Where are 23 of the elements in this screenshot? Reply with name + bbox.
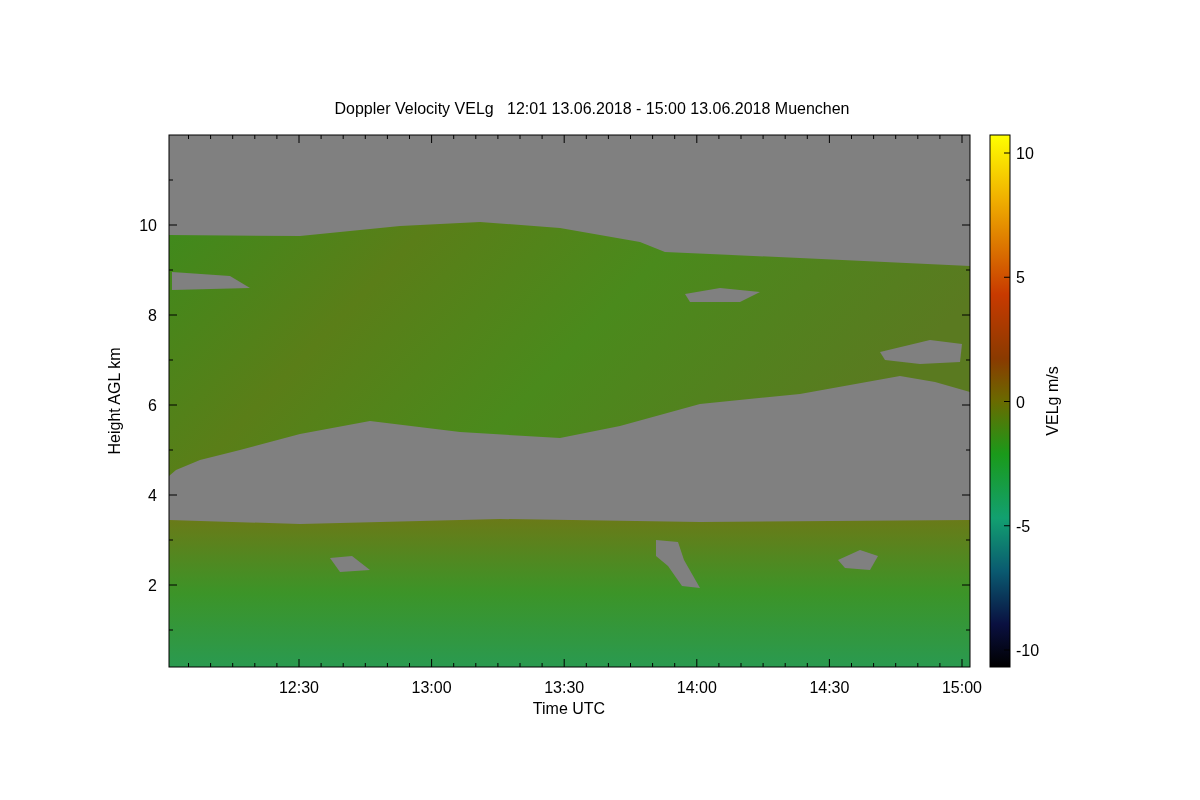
y-tick-label: 4 xyxy=(148,487,157,504)
y-axis-label: Height AGL km xyxy=(106,347,123,455)
clear-air-gap xyxy=(330,556,370,572)
colorbar-label: VELg m/s xyxy=(1044,366,1061,436)
x-tick-label: 14:30 xyxy=(809,679,850,696)
clear-air-gap xyxy=(656,540,700,588)
colorbar-tick-label: -5 xyxy=(1016,517,1031,535)
colorbar-tick-label: -10 xyxy=(1016,642,1040,659)
y-tick-label: 2 xyxy=(148,577,157,594)
colorbar-tick-label: 10 xyxy=(1016,145,1034,162)
x-tick-label: 12:30 xyxy=(279,679,319,696)
clear-air-gap xyxy=(838,550,878,570)
chart-title: Doppler Velocity VELg 12:01 13.06.2018 - 15:00 13.06.2018 Muenchen xyxy=(334,100,850,117)
x-tick-label: 14:00 xyxy=(676,679,717,696)
colorbar-tick-label: 0 xyxy=(1016,393,1025,411)
y-tick-label: 6 xyxy=(148,397,157,414)
y-tick-label: 8 xyxy=(148,307,157,324)
x-axis-label: Time UTC xyxy=(532,700,606,717)
x-tick-label: 13:30 xyxy=(544,679,585,696)
y-tick-label: 10 xyxy=(139,217,157,234)
x-tick-label: 13:00 xyxy=(411,679,452,696)
colorbar-tick-label: 5 xyxy=(1016,269,1025,287)
x-tick-label: 15:00 xyxy=(942,679,982,696)
